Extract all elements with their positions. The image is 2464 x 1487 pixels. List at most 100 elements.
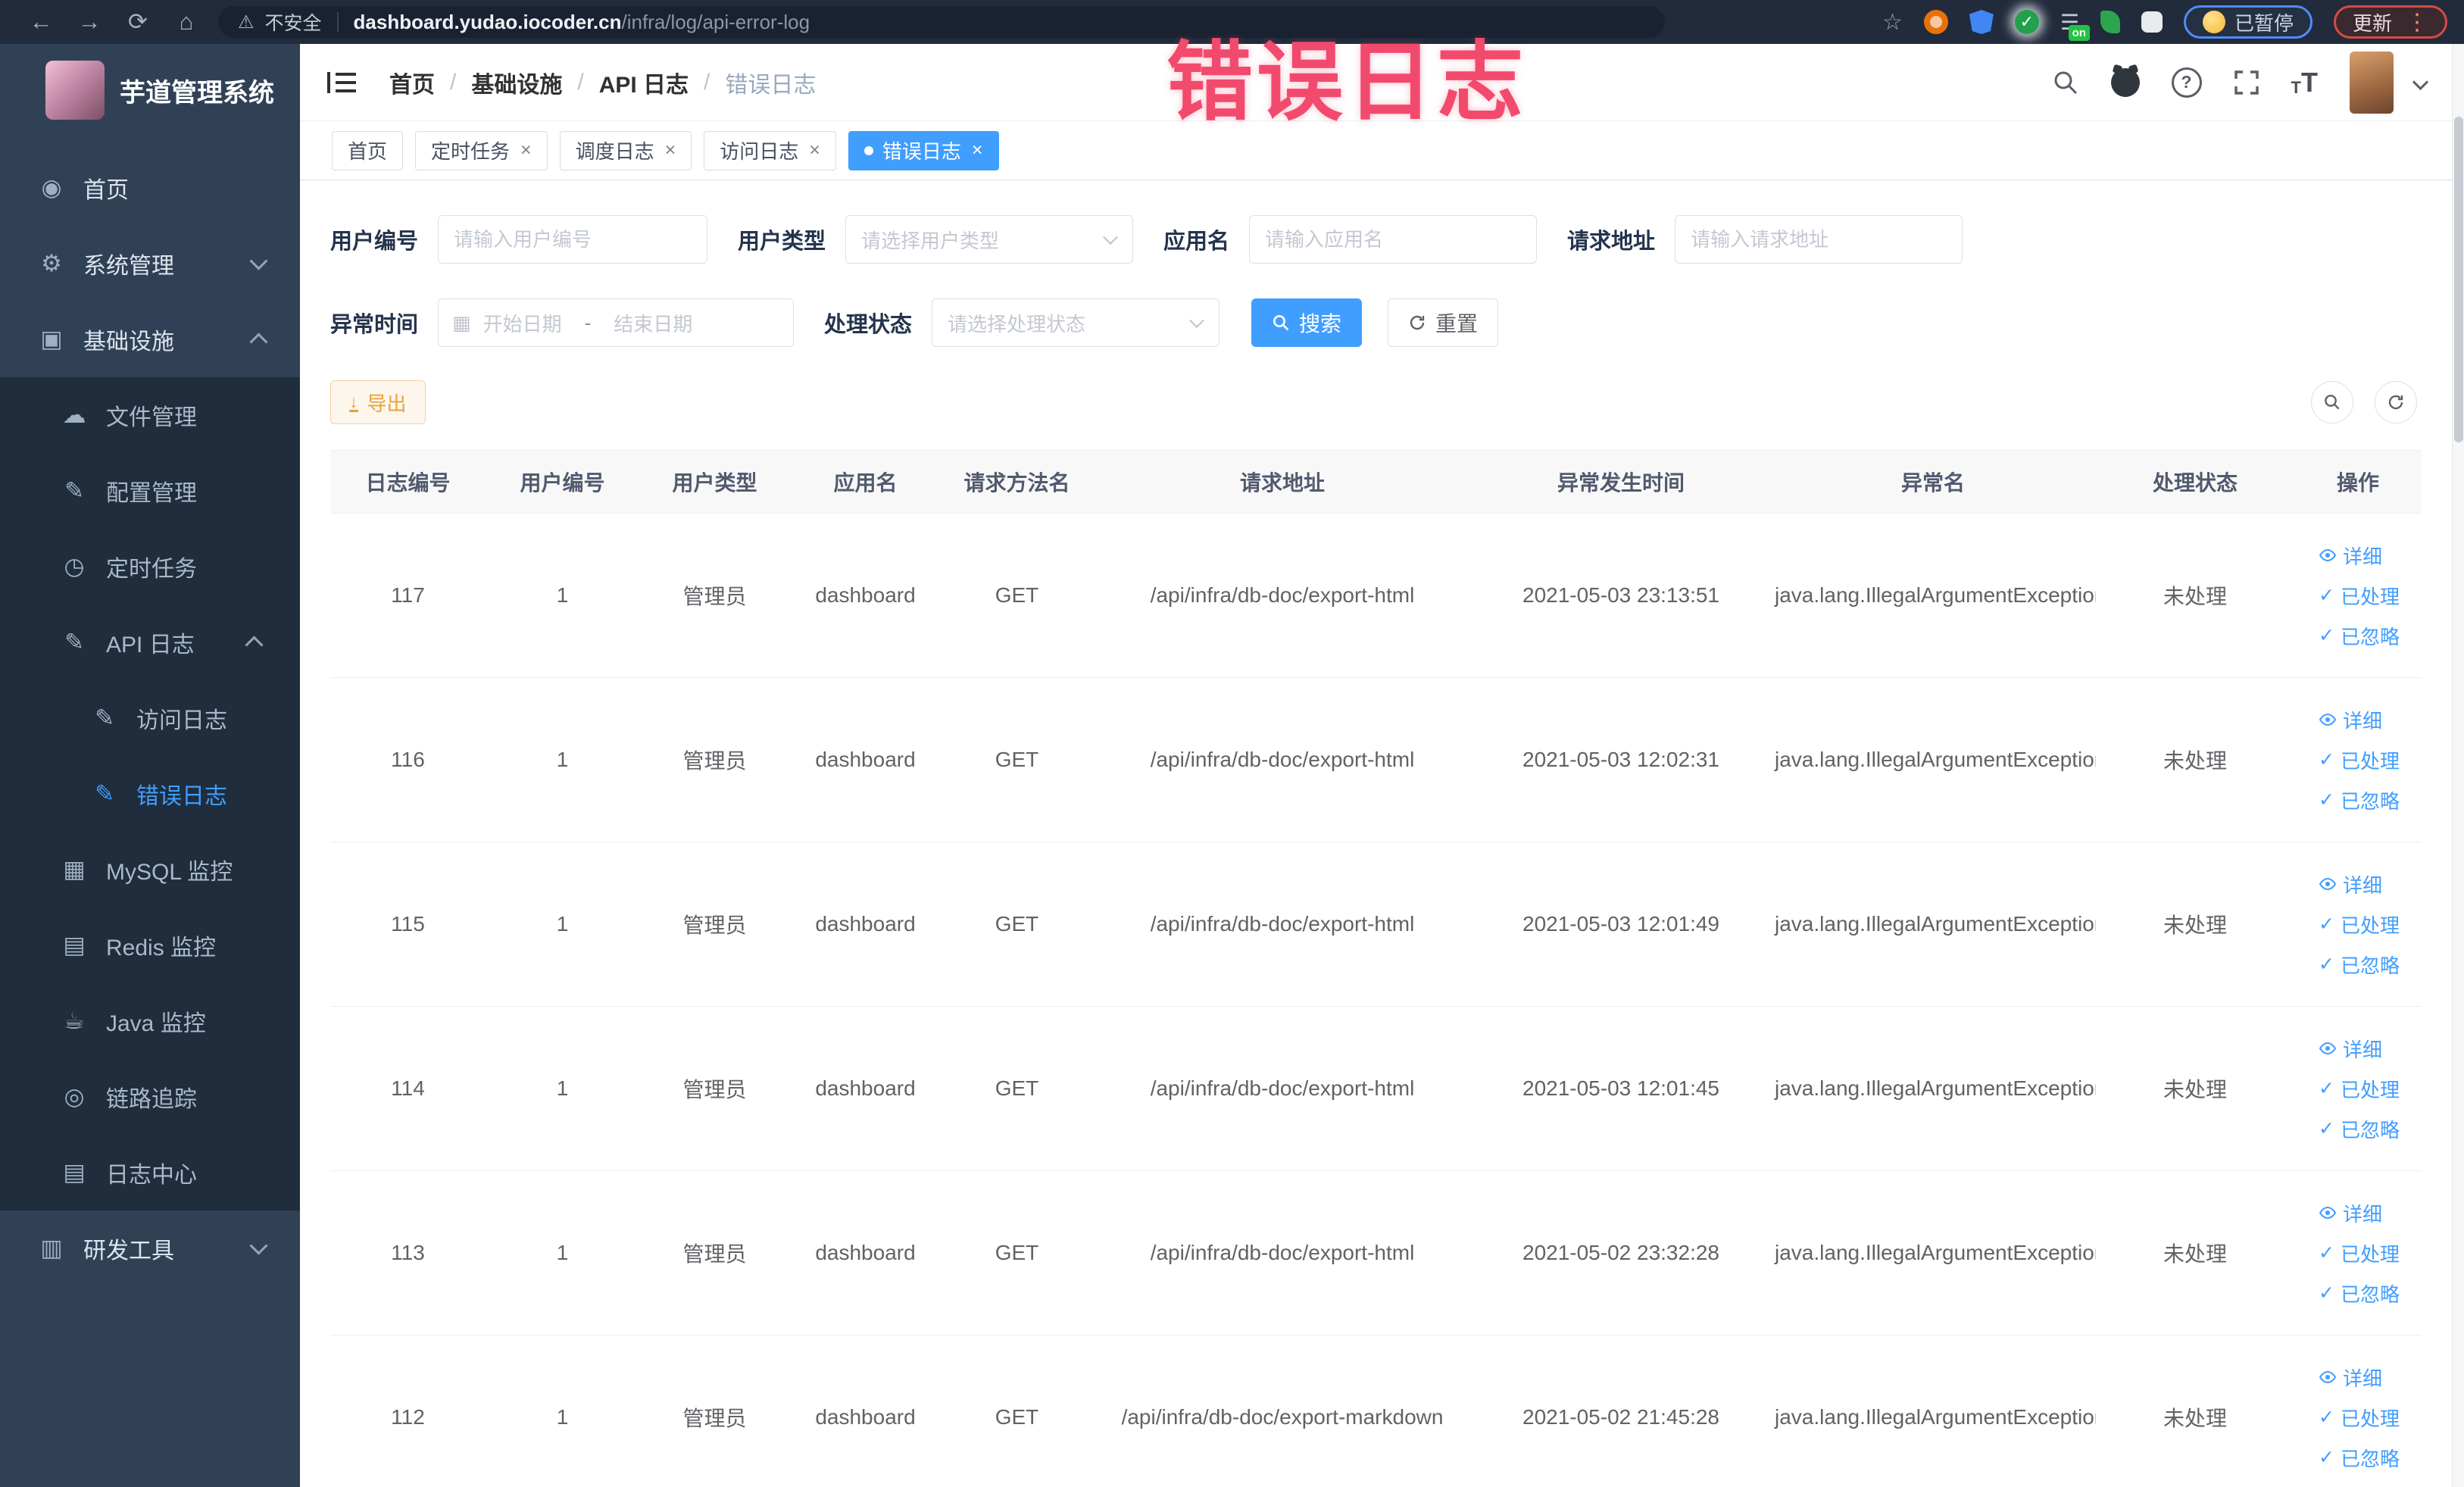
mark-ignored-link[interactable]: ✓ 已忽略 [2319,1444,2400,1472]
close-icon[interactable]: × [665,139,676,161]
close-icon[interactable]: × [972,139,983,161]
browser-back-icon[interactable]: ← [17,8,65,36]
extension-target-icon[interactable] [1923,10,1948,34]
cell-request-method: GET [941,677,1093,842]
mark-ignored-link[interactable]: ✓ 已忽略 [2319,622,2400,650]
refresh-button[interactable] [2375,381,2417,423]
sidebar-item-access-log[interactable]: ✎ 访问日志 [0,680,300,756]
extension-check-icon[interactable]: ✓ [2014,10,2039,34]
browser-reload-icon[interactable]: ⟳ [114,8,162,36]
detail-link[interactable]: 详细 [2319,1035,2382,1063]
extension-shield-icon[interactable] [1969,10,1994,34]
detail-link-label: 详细 [2343,1367,2383,1390]
search-button[interactable]: 搜索 [1251,298,1363,347]
sidebar-fold-icon[interactable] [327,70,356,95]
cell-user-id: 1 [486,677,639,842]
detail-link[interactable]: 详细 [2319,870,2382,898]
mark-ignored-link[interactable]: ✓ 已忽略 [2319,1115,2400,1143]
avatar-dropdown-caret-icon[interactable] [2412,73,2429,91]
paused-badge[interactable]: 已暂停 [2183,5,2313,39]
sidebar-item-infrastructure[interactable]: ▣ 基础设施 [0,301,300,377]
annotation-overlay-text: 错误日志 [1166,35,1527,131]
security-warning-icon[interactable]: ⚠ [238,11,255,33]
mark-processed-link[interactable]: ✓ 已处理 [2319,746,2400,774]
cell-user-id: 1 [486,842,639,1007]
sidebar-item-file-management[interactable]: ☁ 文件管理 [0,377,300,453]
detail-link[interactable]: 详细 [2319,542,2382,570]
close-icon[interactable]: × [809,139,820,161]
browser-menu-icon[interactable]: ⋮ [2406,9,2428,36]
help-icon[interactable]: ? [2171,67,2202,98]
user-id-input[interactable] [438,215,708,264]
detail-link[interactable]: 详细 [2319,1364,2382,1392]
sidebar-item-redis-monitor[interactable]: ▤ Redis 监控 [0,908,300,983]
mark-processed-link[interactable]: ✓ 已处理 [2319,911,2400,939]
mark-processed-link[interactable]: ✓ 已处理 [2319,1404,2400,1432]
user-type-select[interactable]: 请选择用户类型 [845,215,1134,264]
chevron-down-icon [1189,313,1204,329]
cell-user-id: 1 [486,1170,639,1335]
bookmark-star-icon[interactable]: ☆ [1882,9,1903,36]
process-status-select[interactable]: 请选择处理状态 [932,298,1220,347]
tab-access-log[interactable]: 访问日志 × [704,130,836,170]
table-header-row: 日志编号 用户编号 用户类型 应用名 请求方法名 请求地址 异常发生时间 异常名… [330,450,2422,514]
sidebar-item-system-management[interactable]: ⚙ 系统管理 [0,226,300,301]
browser-forward-icon[interactable]: → [65,8,114,36]
breadcrumb-infrastructure[interactable]: 基础设施 [471,66,562,99]
sidebar-item-label: 链路追踪 [106,1087,197,1112]
mark-ignored-link[interactable]: ✓ 已忽略 [2319,951,2400,979]
extensions-puzzle-icon[interactable] [2141,11,2163,33]
sidebar-item-trace[interactable]: ◎ 链路追踪 [0,1059,300,1135]
mark-processed-link[interactable]: ✓ 已处理 [2319,1075,2400,1103]
user-id-label: 用户编号 [330,230,419,254]
exception-time-range-picker[interactable]: ▦ 开始日期 - 结束日期 [438,298,795,347]
sidebar-item-error-log[interactable]: ✎ 错误日志 [0,756,300,832]
sidebar-item-log-center[interactable]: ▤ 日志中心 [0,1135,300,1211]
mark-ignored-link[interactable]: ✓ 已忽略 [2319,1279,2400,1307]
sidebar-item-home[interactable]: ◉ 首页 [0,150,300,226]
github-icon[interactable] [2110,67,2140,97]
tab-schedule-log[interactable]: 调度日志 × [559,130,692,170]
browser-home-icon[interactable]: ⌂ [162,8,211,36]
mark-ignored-link[interactable]: ✓ 已忽略 [2319,786,2400,814]
breadcrumb-api-log[interactable]: API 日志 [599,66,689,99]
sidebar-item-config-management[interactable]: ✎ 配置管理 [0,453,300,529]
tab-scheduled-tasks[interactable]: 定时任务 × [415,130,548,170]
tab-error-log[interactable]: 错误日志 × [848,130,999,170]
request-url-input[interactable] [1675,215,1963,264]
tab-label: 首页 [348,140,388,163]
cell-user-id: 1 [486,1335,639,1487]
search-icon[interactable] [2052,69,2079,96]
detail-link[interactable]: 详细 [2319,1199,2382,1227]
app-title: 芋道管理系统 [120,78,274,108]
tab-home[interactable]: 首页 [332,130,404,170]
sidebar-item-scheduled-tasks[interactable]: ◷ 定时任务 [0,529,300,604]
extension-leaf-icon[interactable] [2100,11,2120,33]
extension-switch-icon[interactable]: ☰ on [2060,10,2090,41]
cell-exception-name: java.lang.IllegalArgumentException [1770,1170,2096,1335]
sidebar-item-java-monitor[interactable]: ☕ Java 监控 [0,983,300,1059]
user-avatar[interactable] [2350,51,2394,114]
app-name-label: 应用名 [1163,230,1230,254]
app-name-input[interactable] [1249,215,1538,264]
reset-button[interactable]: 重置 [1388,298,1499,347]
toggle-search-button[interactable] [2311,381,2353,423]
sidebar-item-dev-tools[interactable]: ▥ 研发工具 [0,1211,300,1286]
mark-processed-link[interactable]: ✓ 已处理 [2319,582,2400,610]
page-scrollbar-thumb[interactable] [2454,117,2463,442]
document-edit-icon: ✎ [64,629,84,655]
cell-log-id: 114 [330,1006,486,1171]
export-button[interactable]: ↓ 导出 [330,380,426,424]
detail-link[interactable]: 详细 [2319,706,2382,734]
mark-processed-link[interactable]: ✓ 已处理 [2319,1239,2400,1267]
fullscreen-icon[interactable] [2234,70,2259,95]
breadcrumb-home[interactable]: 首页 [389,66,435,99]
font-size-icon[interactable]: TT [2291,68,2318,96]
col-exception-time: 异常发生时间 [1472,450,1770,514]
sidebar-item-api-log[interactable]: ✎ API 日志 [0,604,300,680]
update-button[interactable]: 更新 ⋮ [2333,5,2447,39]
chevron-up-icon [245,636,264,654]
sidebar-item-mysql-monitor[interactable]: ▦ MySQL 监控 [0,832,300,908]
close-icon[interactable]: × [520,139,532,161]
date-end-placeholder: 结束日期 [614,312,693,336]
